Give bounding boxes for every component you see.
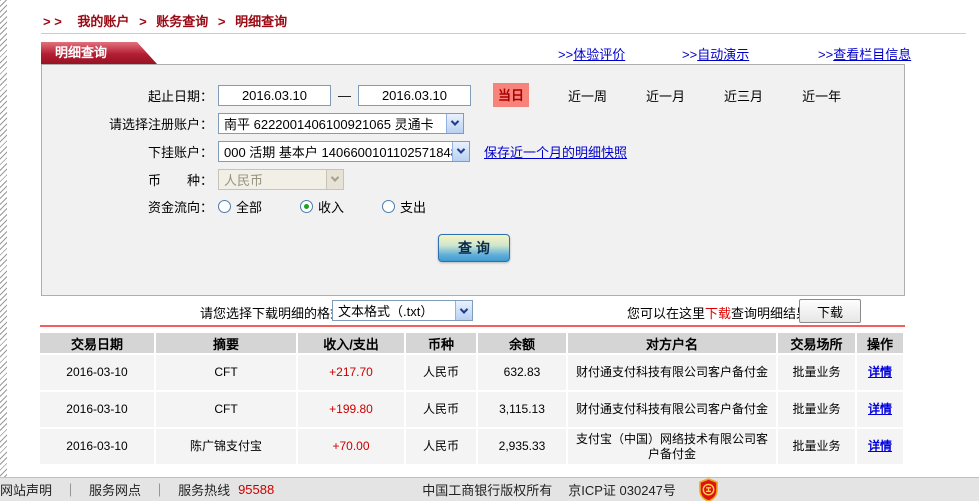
download-section: 请您选择下载明细的格式 文本格式（.txt） 您可以在这里下载查询明细结果 下载: [0, 297, 979, 325]
cell-date: 2016-03-10: [40, 355, 154, 390]
cell-venue: 批量业务: [778, 429, 855, 464]
cell-venue: 批量业务: [778, 392, 855, 427]
cell-amount: +199.80: [298, 392, 404, 427]
detail-link[interactable]: 详情: [868, 439, 892, 454]
red-divider: [40, 325, 905, 327]
radio-flow-expense[interactable]: 支出: [382, 197, 426, 216]
breadcrumb: > > 我的账户 > 账务查询 > 明细查询: [43, 11, 287, 30]
breadcrumb-prefix: > >: [43, 14, 62, 29]
cell-summary: CFT: [156, 355, 296, 390]
footer-hotline-number: 95588: [238, 482, 274, 497]
registered-account-label: 请选择注册账户：: [42, 114, 213, 133]
detail-link[interactable]: 详情: [868, 365, 892, 380]
link-auto-demo[interactable]: >>自动演示: [682, 44, 749, 63]
cell-date: 2016-03-10: [40, 429, 154, 464]
col-header-date: 交易日期: [40, 333, 154, 353]
date-to-input[interactable]: [358, 85, 471, 106]
footer-icp: 京ICP证 030247号: [568, 480, 676, 499]
footer: 网站声明 ｜ 服务网点 ｜ 服务热线 95588 中国工商银行版权所有 京ICP…: [0, 477, 979, 501]
cell-balance: 3,115.13: [478, 392, 566, 427]
col-header-summary: 摘要: [156, 333, 296, 353]
cell-counterparty: 支付宝（中国）网络技术有限公司客户备付金: [568, 429, 776, 464]
footer-link-statement[interactable]: 网站声明: [0, 480, 52, 499]
col-header-counterparty: 对方户名: [568, 333, 776, 353]
save-monthly-snapshot-link[interactable]: 保存近一个月的明细快照: [484, 142, 627, 161]
quick-range-today[interactable]: 当日: [493, 83, 529, 107]
breadcrumb-separator: >: [218, 14, 226, 29]
col-header-action: 操作: [857, 333, 903, 353]
date-range-row: 起止日期： — 当日 近一周 近一月 近三月 近一年: [42, 84, 904, 106]
sub-account-select[interactable]: 000 活期 基本户 1406600101102571848: [218, 141, 470, 162]
chevron-down-icon: [326, 170, 343, 189]
link-view-column-info[interactable]: >>查看栏目信息: [818, 44, 911, 63]
detail-link[interactable]: 详情: [868, 402, 892, 417]
link-experience-evaluation[interactable]: >>体验评价: [558, 44, 625, 63]
cell-amount: +217.70: [298, 355, 404, 390]
breadcrumb-account-query[interactable]: 账务查询: [156, 14, 208, 29]
col-header-venue: 交易场所: [778, 333, 855, 353]
download-hint: 您可以在这里下载查询明细结果: [627, 303, 809, 322]
cell-date: 2016-03-10: [40, 392, 154, 427]
left-stripe-decoration: [0, 0, 7, 477]
tab-detail-query[interactable]: 明细查询: [41, 42, 157, 64]
date-range-label: 起止日期：: [42, 86, 213, 105]
fund-flow-label: 资金流向：: [42, 197, 213, 216]
registered-account-select[interactable]: 南平 6222001406100921065 灵通卡: [218, 113, 464, 134]
download-button[interactable]: 下载: [799, 299, 861, 323]
cell-balance: 2,935.33: [478, 429, 566, 464]
currency-select-disabled: 人民币: [218, 169, 344, 190]
detail-query-page: > > 我的账户 > 账务查询 > 明细查询 明细查询 >>体验评价 >>自动演…: [0, 0, 979, 501]
footer-copyright: 中国工商银行版权所有: [422, 480, 552, 499]
query-form-panel: 起止日期： — 当日 近一周 近一月 近三月 近一年 请选择注册账户： 南平 6…: [41, 64, 905, 296]
cell-currency: 人民币: [406, 355, 476, 390]
sub-account-label: 下挂账户：: [42, 142, 213, 161]
footer-hotline-label: 服务热线: [178, 480, 230, 499]
chevron-down-icon: [452, 142, 469, 161]
date-dash: —: [338, 88, 351, 103]
cell-amount: +70.00: [298, 429, 404, 464]
registered-account-row: 请选择注册账户： 南平 6222001406100921065 灵通卡: [42, 112, 904, 134]
cell-summary: CFT: [156, 392, 296, 427]
currency-label: 币 种：: [42, 170, 213, 189]
breadcrumb-separator: >: [139, 14, 147, 29]
transactions-table: 交易日期 摘要 收入/支出 币种 余额 对方户名 交易场所 操作 2016-03…: [40, 333, 905, 464]
quick-range-year[interactable]: 近一年: [802, 86, 841, 105]
sub-account-row: 下挂账户： 000 活期 基本户 1406600101102571848 保存近…: [42, 140, 904, 162]
cell-balance: 632.83: [478, 355, 566, 390]
query-button[interactable]: 查 询: [438, 234, 510, 262]
col-header-amount: 收入/支出: [298, 333, 404, 353]
date-from-input[interactable]: [218, 85, 331, 106]
chevron-down-icon: [446, 114, 463, 133]
shield-badge-icon[interactable]: [698, 478, 719, 501]
currency-row: 币 种： 人民币: [42, 168, 904, 190]
radio-icon: [382, 200, 395, 213]
breadcrumb-divider: [41, 33, 966, 34]
cell-counterparty: 财付通支付科技有限公司客户备付金: [568, 392, 776, 427]
download-format-label: 请您选择下载明细的格式: [200, 303, 343, 322]
col-header-balance: 余额: [478, 333, 566, 353]
tab-title: 明细查询: [55, 45, 107, 60]
radio-flow-all[interactable]: 全部: [218, 197, 262, 216]
fund-flow-row: 资金流向： 全部 收入 支出: [42, 195, 904, 217]
quick-range-week[interactable]: 近一周: [568, 86, 607, 105]
radio-icon: [218, 200, 231, 213]
download-hint-red: 下载: [705, 306, 731, 321]
breadcrumb-detail-query[interactable]: 明细查询: [235, 14, 287, 29]
cell-currency: 人民币: [406, 392, 476, 427]
download-format-select[interactable]: 文本格式（.txt）: [332, 300, 473, 321]
cell-currency: 人民币: [406, 429, 476, 464]
radio-icon: [300, 200, 313, 213]
col-header-currency: 币种: [406, 333, 476, 353]
quick-range-quarter[interactable]: 近三月: [724, 86, 763, 105]
cell-counterparty: 财付通支付科技有限公司客户备付金: [568, 355, 776, 390]
chevron-down-icon: [455, 301, 472, 320]
footer-link-branches[interactable]: 服务网点: [89, 480, 141, 499]
radio-flow-income[interactable]: 收入: [300, 197, 344, 216]
quick-range-month[interactable]: 近一月: [646, 86, 685, 105]
cell-venue: 批量业务: [778, 355, 855, 390]
breadcrumb-my-account[interactable]: 我的账户: [77, 14, 129, 29]
cell-summary: 陈广锦支付宝: [156, 429, 296, 464]
